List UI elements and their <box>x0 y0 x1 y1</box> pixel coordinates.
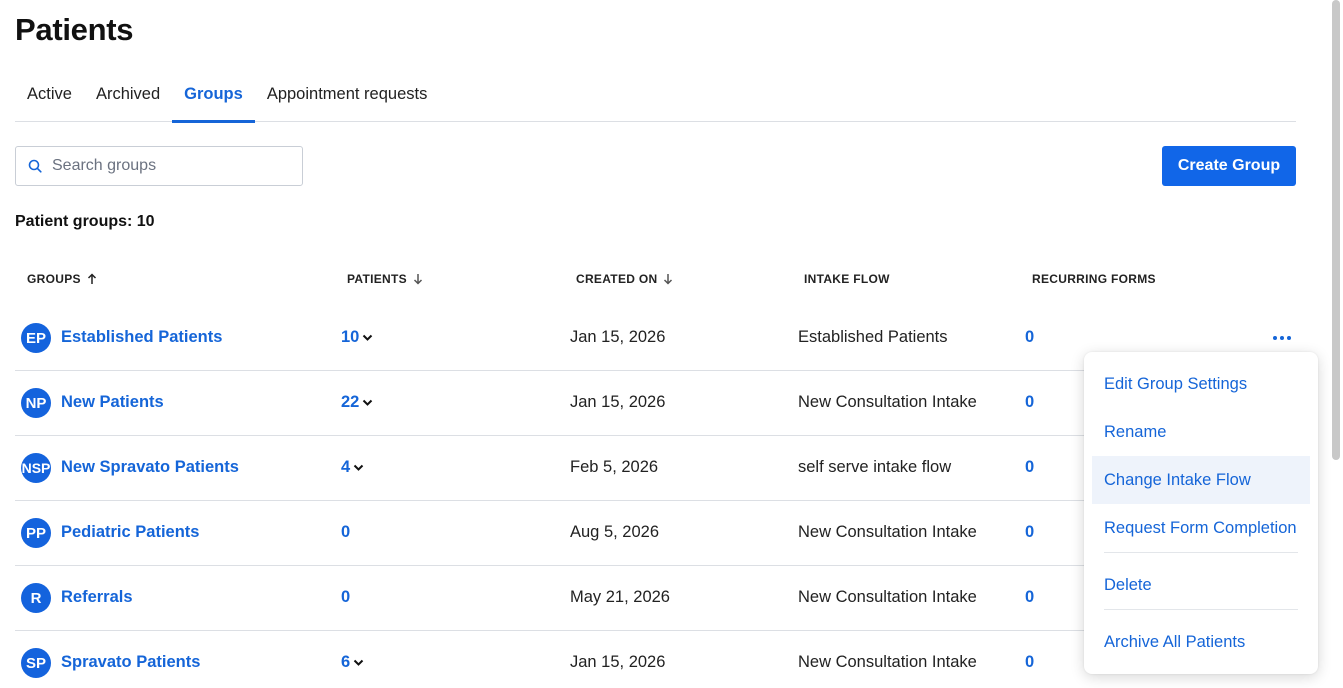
menu-item-rename[interactable]: Rename <box>1092 408 1310 456</box>
group-name-link[interactable]: New Patients <box>61 393 164 412</box>
menu-divider <box>1104 552 1298 553</box>
patient-count: 0 <box>341 588 351 606</box>
tab-archived[interactable]: Archived <box>84 74 172 122</box>
more-dot <box>1287 336 1291 340</box>
chevron-down-icon <box>363 334 373 341</box>
menu-divider <box>1104 609 1298 610</box>
group-name-link[interactable]: New Spravato Patients <box>61 458 239 477</box>
menu-item-change-intake-flow[interactable]: Change Intake Flow <box>1092 456 1310 504</box>
vertical-scrollbar[interactable] <box>1332 0 1340 460</box>
patient-count: 22 <box>341 393 360 411</box>
created-on-date: Aug 5, 2026 <box>570 523 659 541</box>
group-name-link[interactable]: Spravato Patients <box>61 653 200 672</box>
avatar: SP <box>21 648 51 678</box>
group-name-link[interactable]: Established Patients <box>61 328 222 347</box>
page-title: Patients <box>15 12 134 47</box>
recurring-forms-count[interactable]: 0 <box>1025 653 1034 672</box>
avatar: EP <box>21 323 51 353</box>
created-on-date: Jan 15, 2026 <box>570 328 666 346</box>
intake-flow-name: Established Patients <box>798 328 948 346</box>
tab-active[interactable]: Active <box>15 74 84 122</box>
created-on-date: Jan 15, 2026 <box>570 393 666 411</box>
menu-item-request-form-completion[interactable]: Request Form Completion <box>1092 504 1310 552</box>
chevron-down-icon <box>353 464 364 471</box>
menu-item-delete[interactable]: Delete <box>1092 561 1310 609</box>
group-actions-menu: Edit Group Settings Rename Change Intake… <box>1084 352 1318 674</box>
created-on-date: Feb 5, 2026 <box>570 458 659 476</box>
patient-count-dropdown[interactable]: 22 <box>341 393 373 412</box>
avatar: NSP <box>21 453 51 483</box>
patient-groups-count: Patient groups: 10 <box>15 213 155 230</box>
patient-count-dropdown[interactable]: 6 <box>341 653 364 672</box>
column-header-recurring-forms-label: RECURRING FORMS <box>1032 272 1156 286</box>
more-horizontal-icon <box>1273 336 1277 340</box>
avatar: R <box>21 583 51 613</box>
column-header-intake-flow-label: INTAKE FLOW <box>804 272 890 286</box>
column-header-groups[interactable]: GROUPS <box>27 272 97 286</box>
tab-groups[interactable]: Groups <box>172 74 255 123</box>
group-name-link[interactable]: Referrals <box>61 588 133 607</box>
column-header-recurring-forms: RECURRING FORMS <box>1032 272 1156 286</box>
intake-flow-name: New Consultation Intake <box>798 393 977 411</box>
tab-bar: Active Archived Groups Appointment reque… <box>15 74 1296 123</box>
recurring-forms-count[interactable]: 0 <box>1025 588 1034 607</box>
column-header-created-on[interactable]: CREATED ON <box>576 272 673 286</box>
search-box[interactable] <box>15 146 303 186</box>
recurring-forms-count[interactable]: 0 <box>1025 328 1034 347</box>
created-on-date: Jan 15, 2026 <box>570 653 666 671</box>
avatar: PP <box>21 518 51 548</box>
intake-flow-name: New Consultation Intake <box>798 653 977 671</box>
created-on-date: May 21, 2026 <box>570 588 670 606</box>
search-icon <box>28 159 42 173</box>
arrow-up-icon <box>87 273 96 284</box>
tab-appointment-requests[interactable]: Appointment requests <box>255 74 440 122</box>
menu-item-archive-all-patients[interactable]: Archive All Patients <box>1092 618 1310 666</box>
create-group-button[interactable]: Create Group <box>1162 146 1296 186</box>
patient-count-dropdown[interactable]: 4 <box>341 458 364 477</box>
patient-count: 4 <box>341 458 351 476</box>
patient-count: 6 <box>341 653 351 671</box>
recurring-forms-count[interactable]: 0 <box>1025 523 1034 542</box>
patient-count-dropdown[interactable]: 10 <box>341 328 373 347</box>
column-header-patients-label: PATIENTS <box>347 272 407 286</box>
chevron-down-icon <box>353 659 364 666</box>
recurring-forms-count[interactable]: 0 <box>1025 458 1034 477</box>
intake-flow-name: New Consultation Intake <box>798 523 977 541</box>
patient-count: 0 <box>341 523 351 541</box>
more-dot <box>1280 336 1284 340</box>
menu-item-edit-group-settings[interactable]: Edit Group Settings <box>1092 360 1310 408</box>
intake-flow-name: self serve intake flow <box>798 458 952 476</box>
patient-count: 10 <box>341 328 360 346</box>
recurring-forms-count[interactable]: 0 <box>1025 393 1034 412</box>
search-input[interactable] <box>52 157 282 175</box>
chevron-down-icon <box>363 399 373 406</box>
more-actions-button[interactable] <box>1270 328 1294 348</box>
arrow-down-icon <box>413 274 422 285</box>
column-header-groups-label: GROUPS <box>27 272 81 286</box>
column-header-patients[interactable]: PATIENTS <box>347 272 423 286</box>
column-header-created-on-label: CREATED ON <box>576 272 658 286</box>
column-header-intake-flow: INTAKE FLOW <box>804 272 890 286</box>
group-name-link[interactable]: Pediatric Patients <box>61 523 199 542</box>
arrow-down-icon <box>664 274 673 285</box>
avatar: NP <box>21 388 51 418</box>
intake-flow-name: New Consultation Intake <box>798 588 977 606</box>
